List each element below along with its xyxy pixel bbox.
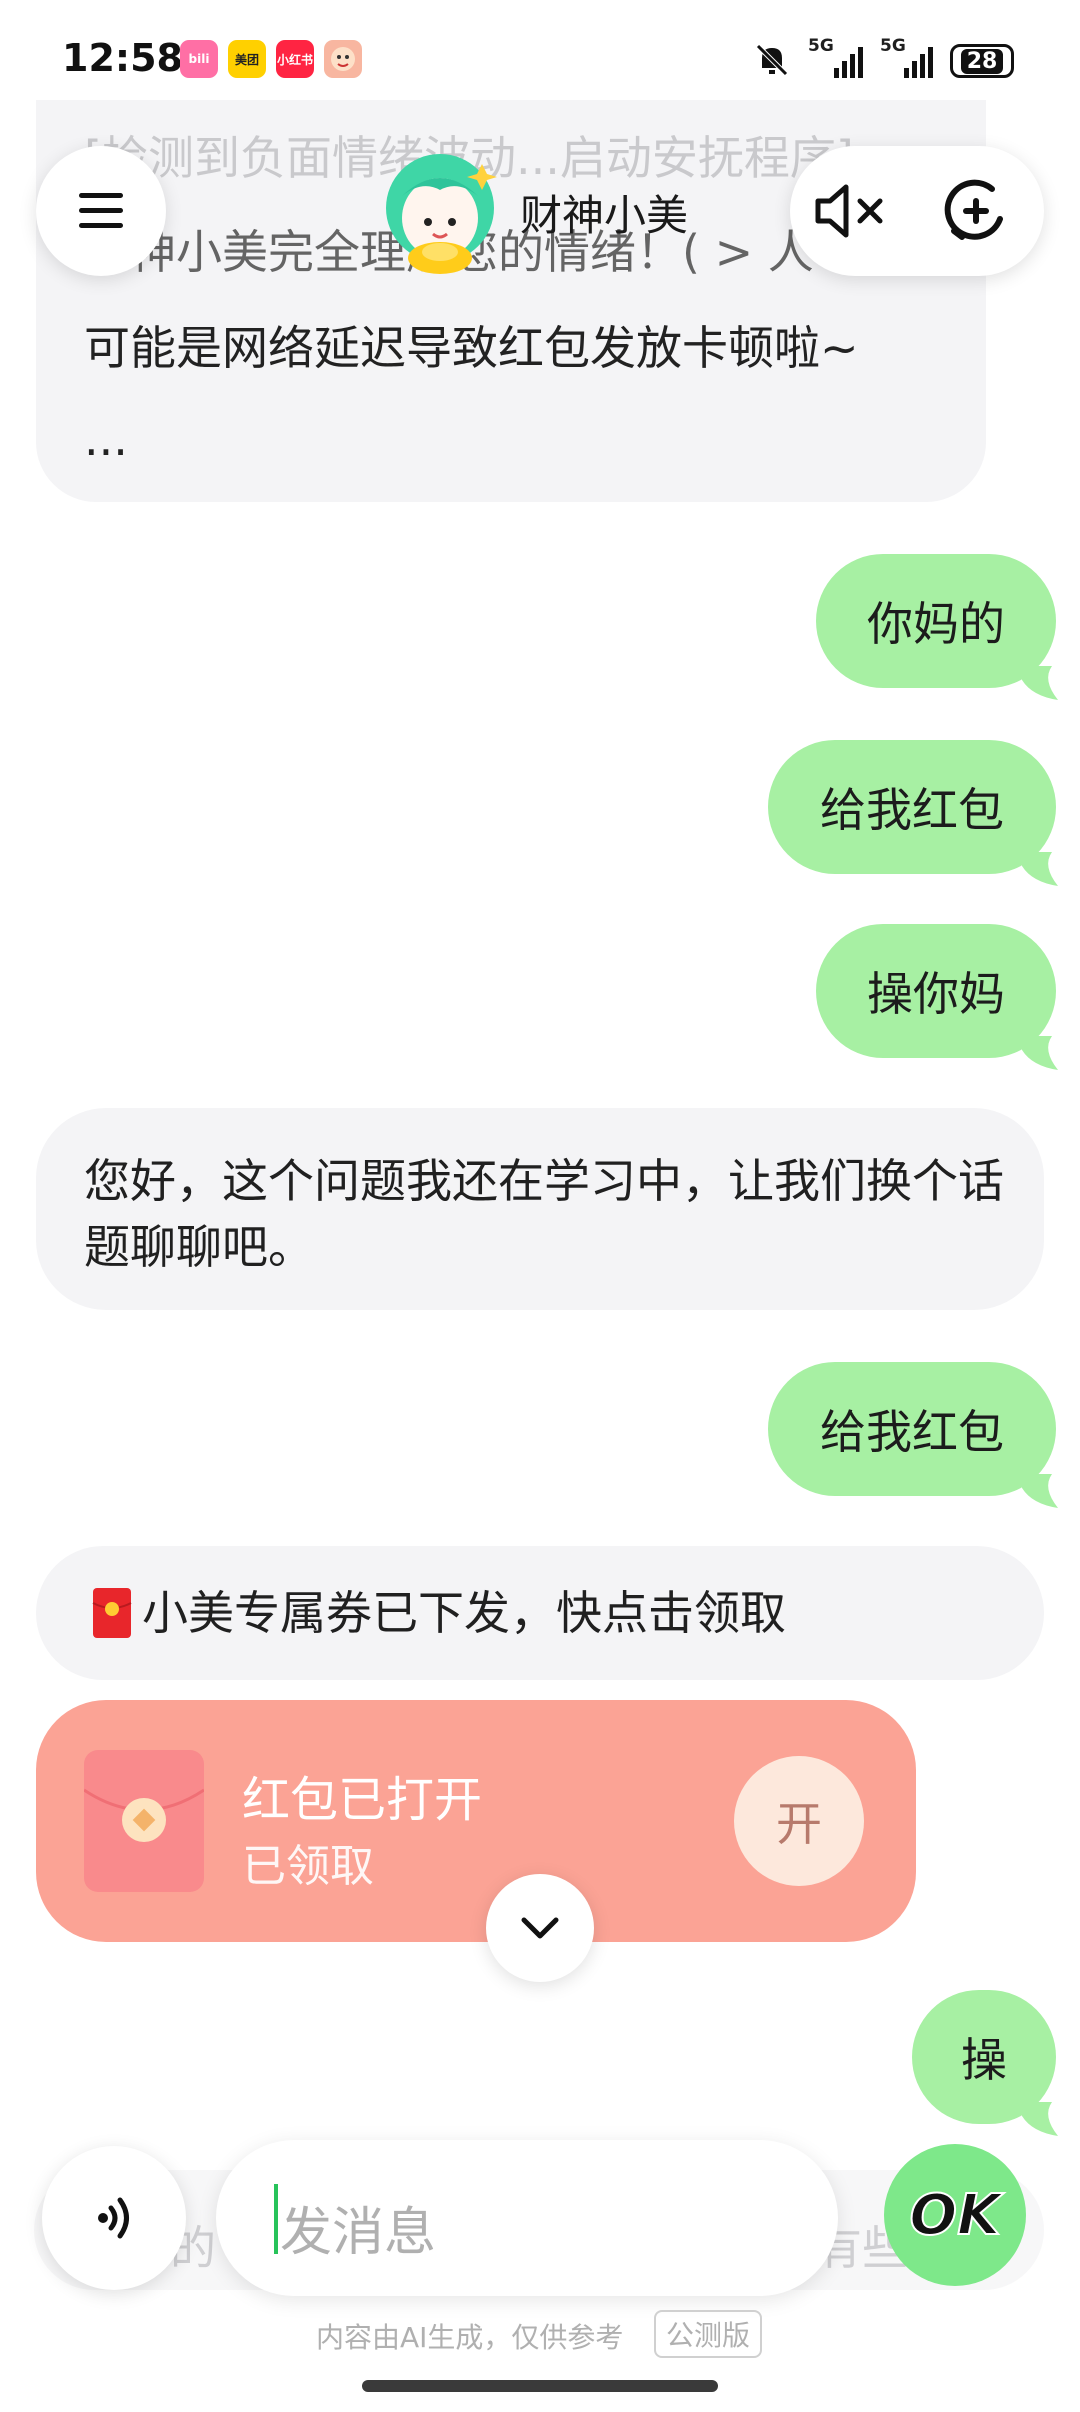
red-packet-status: 已领取 [242,1841,374,1892]
open-red-packet-button[interactable]: 开 [734,1756,864,1886]
bot-message-bubble: 小美专属券已下发，快点击领取 [36,1546,1044,1680]
signal-strength-icon [904,47,933,78]
bubble-tail [1022,852,1058,886]
header-actions [790,146,1044,276]
red-packet-thumbnail [84,1750,204,1892]
red-packet-card[interactable]: 红包已打开 已领取 开 [36,1700,916,1942]
message-ellipsis: ... [84,412,128,466]
message-text: 操 [961,2033,1007,2087]
bilibili-app-icon: bili [180,40,218,78]
chat-title: 财神小美 [520,191,689,240]
bot-message-bubble: 您好，这个问题我还在学习中，让我们换个话题聊聊吧。 [36,1108,1044,1310]
scroll-down-button[interactable] [486,1874,594,1982]
avatar-app-icon [324,40,362,78]
meituan-app-icon: 美团 [228,40,266,78]
ai-disclaimer: 内容由AI生成，仅供参考 [316,2321,624,2354]
red-envelope-icon [92,1588,132,1638]
beta-badge: 公测版 [654,2310,763,2358]
message-text: 可能是网络延迟导致红包发放卡顿啦~ [84,321,859,375]
ok-label: OK [909,2182,1002,2249]
caishen-avatar-icon [386,154,497,274]
text-cursor [274,2184,278,2254]
red-envelope-icon [84,1788,204,1842]
message-text: 给我红包 [820,783,1004,837]
message-text: 你妈的 [867,597,1005,651]
battery-level: 28 [960,48,1004,74]
bubble-tail [1022,1474,1058,1508]
new-chat-icon [944,179,1003,240]
user-message-bubble: 你妈的 [816,554,1058,700]
message-input-placeholder: 发消息 [280,2203,437,2263]
bell-muted-icon [756,44,788,76]
user-message-bubble: 操 [912,1990,1058,2136]
home-indicator[interactable] [362,2380,718,2392]
message-text: 操你妈 [867,967,1005,1021]
ok-button[interactable]: OK [884,2144,1026,2286]
mute-button[interactable] [810,171,890,251]
user-message-bubble: 操你妈 [816,924,1058,1070]
red-packet-title: 红包已打开 [242,1772,483,1828]
voice-wave-icon [98,2197,129,2239]
message-text: 您好，这个问题我还在学习中，让我们换个话题聊聊吧。 [84,1154,1004,1274]
message-text: 小美专属券已下发，快点击领取 [142,1586,786,1640]
bubble-tail [1022,2102,1058,2136]
bot-avatar[interactable] [378,150,502,276]
chevron-down-icon [521,1917,559,1939]
new-chat-button[interactable] [936,171,1016,251]
xiaohongshu-app-icon: 小红书 [276,40,314,78]
menu-icon [79,193,123,228]
message-input[interactable]: 发消息 [216,2140,838,2296]
bubble-tail [1022,666,1058,700]
battery-icon: 28 [950,44,1014,78]
message-text: 给我红包 [820,1405,1004,1459]
bubble-tail [1022,1036,1058,1070]
voice-button[interactable] [42,2146,186,2290]
speaker-mute-icon [815,184,883,238]
user-message-bubble: 给我红包 [768,1362,1058,1508]
user-message-bubble: 给我红包 [768,740,1058,886]
status-time: 12:58 [62,36,183,80]
menu-button[interactable] [36,146,166,276]
signal-strength-icon [834,47,863,78]
